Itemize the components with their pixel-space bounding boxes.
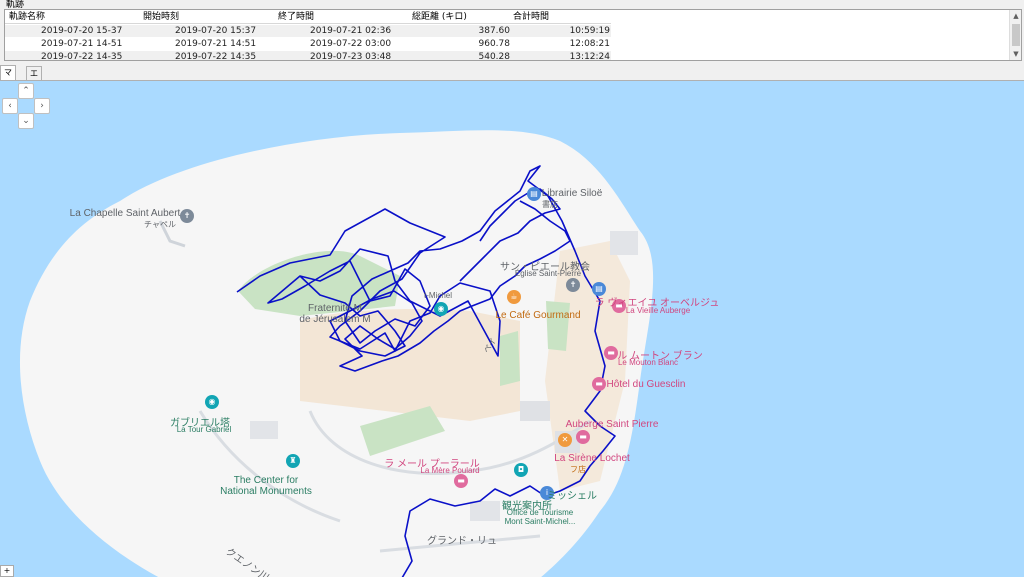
map-label: 書店 <box>542 200 558 209</box>
tab-editor[interactable]: エディタ <box>26 66 42 117</box>
scroll-down-icon[interactable]: ▼ <box>1010 48 1022 60</box>
cafe-icon[interactable]: ☕ <box>507 290 521 304</box>
church-icon[interactable]: ✝ <box>566 278 580 292</box>
camera-icon[interactable]: ◘ <box>514 463 528 477</box>
hotel-icon[interactable]: ▬ <box>604 346 618 360</box>
cell-end: 2019-07-23 03:48 <box>310 52 392 60</box>
cell-distance: 387.60 <box>478 26 511 36</box>
column-header-name[interactable]: 軌跡名称 <box>9 11 45 23</box>
cell-end: 2019-07-21 02:36 <box>310 26 392 36</box>
map-label: The Center for National Monuments <box>220 475 312 497</box>
landmark-icon[interactable]: ◉ <box>434 302 448 316</box>
map-view[interactable]: ⌃ ‹ › ⌄ ✝ ▤ ✝ ▤ ◉ ☕ ▬ ▬ ▬ ◉ ✕ ▬ ♜ ◘ ▬ i … <box>0 80 1024 577</box>
cell-total-time: 12:08:21 <box>569 39 610 49</box>
map-label: Auberge Saint Pierre <box>565 419 659 430</box>
map-label: Église Saint-Pierre <box>514 269 582 278</box>
scroll-up-icon[interactable]: ▲ <box>1010 10 1022 22</box>
map-label: Fraternité M <box>308 303 362 314</box>
map-label: ミッシェル <box>547 491 597 502</box>
cell-distance: 960.78 <box>478 39 511 49</box>
map-label: Librairie Siloë <box>541 188 603 199</box>
table-header: 軌跡名称 開始時刻 終了時間 総距離 (キロ) 合計時間 <box>5 10 611 24</box>
hotel-icon[interactable]: ▬ <box>576 430 590 444</box>
cell-total-time: 13:12:24 <box>569 52 610 60</box>
tower-icon[interactable]: ◉ <box>205 395 219 409</box>
map-label: フ店 <box>570 465 586 474</box>
hotel-icon[interactable]: ▬ <box>592 377 606 391</box>
chapel-icon[interactable]: ✝ <box>180 209 194 223</box>
table-row[interactable]: 2019-07-21 14-51 2019-07-21 14:51 2019-0… <box>5 38 611 50</box>
monument-icon[interactable]: ♜ <box>286 454 300 468</box>
column-header-total-time[interactable]: 合計時間 <box>513 11 549 23</box>
pan-left-button[interactable]: ‹ <box>2 98 18 114</box>
pan-down-button[interactable]: ⌄ <box>18 113 34 129</box>
cell-end: 2019-07-22 03:00 <box>310 39 392 49</box>
cell-total-time: 10:59:19 <box>569 26 610 36</box>
map-label: La Tour Gabriel <box>176 425 232 434</box>
map-label: t-Michel <box>423 291 453 300</box>
map-label: Le Mouton Blanc <box>617 358 679 367</box>
map-label: La Mère Poulard <box>420 466 480 475</box>
cell-start: 2019-07-21 14:51 <box>175 39 257 49</box>
cell-name: 2019-07-20 15-37 <box>41 26 123 36</box>
hotel-icon[interactable]: ▬ <box>454 474 468 488</box>
map-label: de Jérusalem M <box>299 314 371 325</box>
tab-map[interactable]: マップ <box>0 65 16 103</box>
table-row[interactable]: 2019-07-20 15-37 2019-07-20 15:37 2019-0… <box>5 25 611 37</box>
table-scrollbar[interactable]: ▲ ▼ <box>1009 10 1021 60</box>
cell-distance: 540.28 <box>478 52 511 60</box>
map-label: Office de Tourisme Mont Saint-Michel... <box>504 508 576 526</box>
zoom-in-button[interactable]: + <box>0 565 14 577</box>
cell-start: 2019-07-22 14:35 <box>175 52 257 60</box>
map-label: La Vieille Auberge <box>625 306 691 315</box>
map-label: チャペル <box>144 220 176 229</box>
table-row[interactable]: 2019-07-22 14-35 2019-07-22 14:35 2019-0… <box>5 51 611 60</box>
cell-start: 2019-07-20 15:37 <box>175 26 257 36</box>
map-label: La Chapelle Saint Aubert <box>69 208 181 219</box>
cell-name: 2019-07-22 14-35 <box>41 52 123 60</box>
pan-up-button[interactable]: ⌃ <box>18 83 34 99</box>
map-label: Le Café Gourmand <box>495 310 581 321</box>
column-header-distance[interactable]: 総距離 (キロ) <box>412 11 467 23</box>
pan-right-button[interactable]: › <box>34 98 50 114</box>
column-header-end[interactable]: 終了時間 <box>278 11 314 23</box>
map-label: グランド・リュ <box>427 536 497 547</box>
bookstore-icon[interactable]: ▤ <box>527 187 541 201</box>
cell-name: 2019-07-21 14-51 <box>41 39 123 49</box>
scroll-thumb[interactable] <box>1012 24 1020 46</box>
track-table[interactable]: 軌跡名称 開始時刻 終了時間 総距離 (キロ) 合計時間 2019-07-20 … <box>4 9 1022 61</box>
map-label: Hôtel du Guesclin <box>606 379 686 390</box>
column-header-start[interactable]: 開始時刻 <box>143 11 179 23</box>
restaurant-icon[interactable]: ✕ <box>558 433 572 447</box>
map-label: La Sirène Lochet <box>554 453 630 464</box>
